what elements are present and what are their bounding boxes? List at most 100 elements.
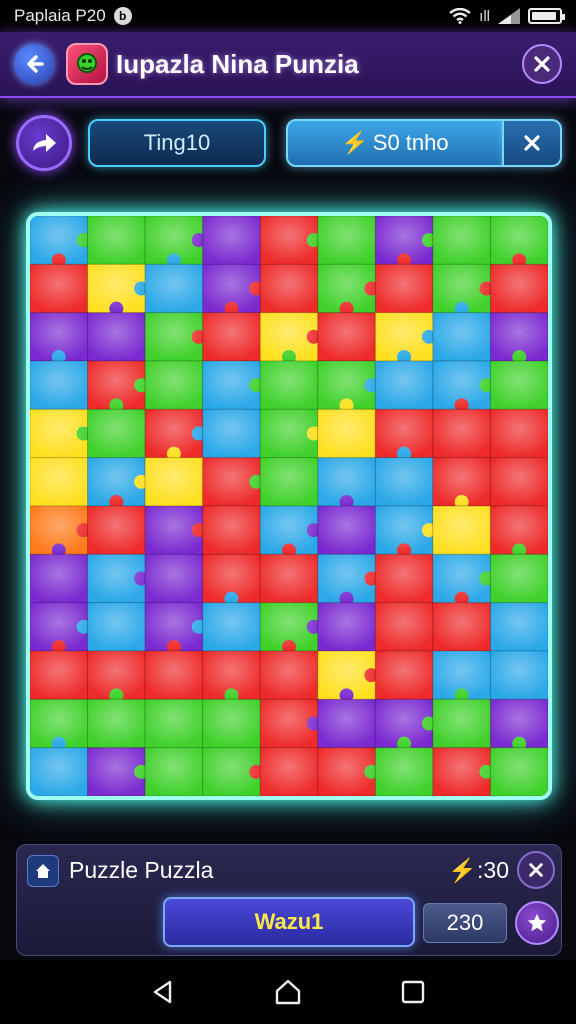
puzzle-piece[interactable] — [374, 602, 436, 654]
nav-home-button[interactable] — [268, 972, 308, 1012]
system-nav-bar — [0, 960, 576, 1024]
puzzle-piece[interactable] — [374, 698, 436, 751]
toolbar: Ting10 ⚡ S0 tnho — [0, 112, 576, 174]
puzzle-piece[interactable] — [259, 505, 321, 558]
star-button[interactable] — [515, 901, 559, 945]
puzzle-piece[interactable] — [317, 553, 379, 606]
word-button[interactable]: Wazu1 — [163, 897, 415, 947]
energy-label: S0 tnho — [372, 130, 449, 155]
puzzle-piece[interactable] — [317, 360, 379, 413]
puzzle-piece[interactable] — [374, 216, 436, 268]
puzzle-piece[interactable] — [30, 312, 91, 364]
home-button[interactable] — [27, 855, 59, 887]
app-logo-icon — [66, 43, 108, 85]
level-label: Ting10 — [143, 130, 211, 155]
puzzle-piece[interactable] — [489, 698, 548, 751]
home-outline-icon — [275, 979, 301, 1005]
puzzle-piece[interactable] — [202, 553, 264, 606]
puzzle-piece[interactable] — [374, 505, 436, 558]
puzzle-piece[interactable] — [489, 505, 548, 558]
score-value: 230 — [446, 910, 484, 935]
panel-title: Puzzle Puzzla — [69, 857, 214, 883]
puzzle-piece[interactable] — [202, 747, 264, 796]
puzzle-piece[interactable] — [87, 747, 149, 796]
puzzle-piece[interactable] — [317, 747, 379, 796]
panel-close-button[interactable] — [517, 851, 555, 889]
notification-icon: b — [113, 7, 132, 25]
puzzle-piece[interactable] — [317, 263, 379, 316]
puzzle-piece[interactable] — [144, 602, 206, 654]
puzzle-piece[interactable] — [144, 505, 206, 558]
close-icon — [524, 135, 540, 151]
puzzle-piece[interactable] — [489, 216, 548, 268]
puzzle-piece[interactable] — [259, 408, 321, 461]
puzzle-piece[interactable] — [432, 457, 494, 509]
battery-icon — [528, 8, 565, 24]
puzzle-piece[interactable] — [144, 312, 206, 364]
puzzle-piece[interactable] — [317, 457, 379, 509]
puzzle-piece[interactable] — [202, 457, 264, 509]
wifi-icon — [449, 8, 471, 24]
puzzle-piece[interactable] — [432, 263, 494, 316]
puzzle-piece[interactable] — [202, 263, 264, 316]
puzzle-piece[interactable] — [202, 360, 264, 413]
puzzle-piece[interactable] — [489, 408, 548, 461]
puzzle-piece[interactable] — [30, 602, 91, 654]
puzzle-piece[interactable] — [432, 553, 494, 606]
nav-recents-button[interactable] — [393, 972, 433, 1012]
puzzle-piece[interactable] — [489, 747, 548, 796]
close-icon — [529, 863, 543, 877]
puzzle-piece[interactable] — [202, 650, 264, 703]
nav-back-button[interactable] — [143, 972, 183, 1012]
status-time: Paplaia P20 — [14, 6, 106, 25]
back-button[interactable] — [14, 44, 54, 84]
timer-value: :30 — [477, 857, 509, 883]
puzzle-piece[interactable] — [259, 216, 321, 268]
puzzle-piece[interactable] — [30, 408, 91, 461]
energy-indicator[interactable]: ⚡ S0 tnho — [286, 119, 504, 167]
puzzle-piece[interactable] — [259, 602, 321, 654]
lightning-icon: ⚡ — [448, 857, 478, 883]
lightning-icon: ⚡ — [341, 130, 369, 155]
puzzle-piece[interactable] — [259, 312, 321, 364]
triangle-back-icon — [153, 980, 171, 1004]
puzzle-piece[interactable] — [489, 312, 548, 364]
signal-text: ıll — [479, 7, 490, 25]
share-button[interactable] — [16, 115, 72, 171]
puzzle-piece[interactable] — [432, 650, 494, 703]
puzzle-piece[interactable] — [87, 360, 149, 413]
puzzle-piece[interactable] — [30, 505, 91, 558]
level-indicator[interactable]: Ting10 — [88, 119, 266, 167]
puzzle-piece[interactable] — [30, 698, 91, 751]
puzzle-piece[interactable] — [87, 457, 149, 509]
timer: ⚡:30 — [448, 857, 509, 884]
page-title: Iupazla Nina Punzia — [116, 48, 359, 79]
square-recents-icon — [402, 980, 425, 1004]
puzzle-grid[interactable] — [30, 216, 548, 796]
puzzle-piece[interactable] — [317, 650, 379, 703]
bottom-panel: Puzzle Puzzla ⚡:30 Wazu1 230 — [16, 844, 562, 956]
puzzle-piece[interactable] — [259, 698, 321, 751]
puzzle-piece[interactable] — [144, 698, 206, 751]
puzzle-piece[interactable] — [374, 408, 436, 461]
puzzle-piece[interactable] — [432, 360, 494, 413]
app-header: Iupazla Nina Punzia — [0, 32, 576, 98]
energy-close-button[interactable] — [504, 119, 562, 167]
puzzle-piece[interactable] — [87, 263, 149, 316]
puzzle-piece[interactable] — [144, 408, 206, 461]
signal-icon — [498, 8, 520, 24]
share-arrow-icon — [33, 134, 56, 152]
puzzle-piece[interactable] — [374, 312, 436, 364]
puzzle-piece[interactable] — [144, 216, 206, 268]
puzzle-board[interactable] — [26, 212, 552, 800]
puzzle-piece[interactable] — [489, 602, 548, 654]
puzzle-piece[interactable] — [87, 650, 149, 703]
puzzle-piece[interactable] — [30, 216, 91, 268]
status-bar: Paplaia P20 b ıll — [0, 0, 576, 32]
puzzle-piece[interactable] — [87, 553, 149, 606]
score-display: 230 — [423, 903, 507, 943]
puzzle-piece[interactable] — [432, 747, 494, 796]
close-button[interactable] — [522, 44, 562, 84]
arrow-left-icon — [27, 55, 44, 73]
word-button-label: Wazu1 — [254, 909, 324, 934]
